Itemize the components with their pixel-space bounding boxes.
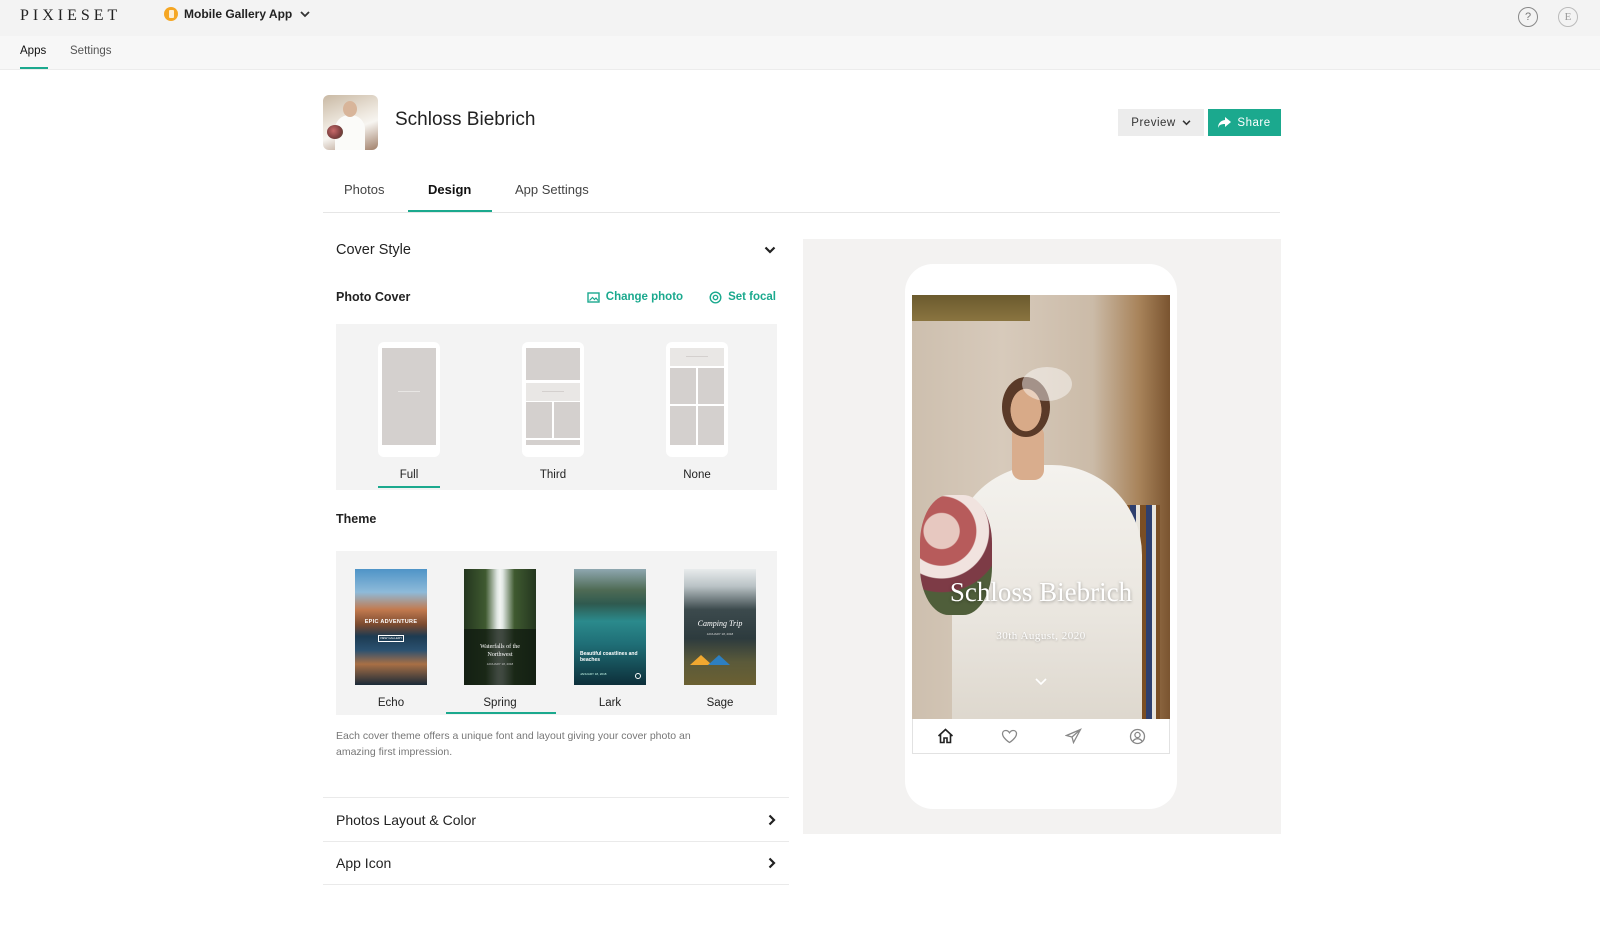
cover-none-preview [666, 342, 728, 457]
nav-active-indicator [20, 67, 48, 69]
change-photo-label: Change photo [605, 291, 684, 303]
theme-options: EPIC ADVENTURE VIEW GALLERY Echo Waterfa… [336, 551, 777, 715]
focal-target-icon [709, 290, 722, 304]
cover-photo-preview: Schloss Biebrich 30th August, 2020 [912, 295, 1170, 719]
nav-apps[interactable]: Apps [20, 45, 46, 57]
cover-date: 30th August, 2020 [996, 630, 1086, 642]
cover-selected-indicator [378, 486, 440, 488]
set-focal-link[interactable]: Set focal [709, 290, 776, 304]
preview-button[interactable]: Preview [1118, 109, 1204, 136]
photos-layout-color-section[interactable]: Photos Layout & Color [323, 797, 789, 841]
set-focal-label: Set focal [728, 291, 776, 303]
theme-option-sage[interactable]: Camping Trip JANUARY 18, 2018 Sage [684, 569, 756, 709]
gallery-app-icon [164, 7, 178, 21]
theme-card-date: JANUARY 18, 2018 [486, 662, 514, 666]
share-arrow-icon [1218, 117, 1232, 128]
image-icon [587, 291, 600, 303]
gallery-title: Schloss Biebrich [395, 109, 536, 130]
app-switcher[interactable]: Mobile Gallery App [164, 7, 310, 21]
chevron-down-icon[interactable] [1033, 677, 1049, 687]
app-switcher-label: Mobile Gallery App [184, 7, 293, 21]
theme-card-date: JANUARY 18, 2018 [580, 672, 607, 676]
share-button[interactable]: Share [1208, 109, 1281, 136]
heart-icon[interactable] [1001, 729, 1018, 744]
cover-option-label: Full [399, 469, 419, 481]
cover-option-none[interactable]: None [665, 342, 729, 481]
chevron-down-icon[interactable] [764, 246, 776, 254]
scroll-down-icon [635, 673, 641, 679]
theme-option-spring[interactable]: Waterfalls of the Northwest JANUARY 18, … [464, 569, 536, 709]
photo-cover-label: Photo Cover [336, 290, 411, 304]
photos-layout-color-title: Photos Layout & Color [336, 811, 477, 828]
theme-card-button: VIEW GALLERY [378, 635, 404, 642]
theme-option-label: Spring [483, 697, 517, 709]
theme-card-text: Waterfalls of the Northwest [480, 644, 520, 658]
theme-sage-preview: Camping Trip JANUARY 18, 2018 [684, 569, 756, 685]
theme-lark-preview: Beautiful coastlines and beaches JANUARY… [574, 569, 646, 685]
phone-mockup: Schloss Biebrich 30th August, 2020 [905, 264, 1177, 809]
theme-card-text: Beautiful coastlines and beaches [580, 651, 638, 663]
tab-app-settings[interactable]: App Settings [515, 182, 589, 197]
cover-style-options: Full Third None [336, 324, 777, 490]
share-button-label: Share [1237, 116, 1271, 129]
user-profile-icon[interactable] [1129, 728, 1146, 745]
chevron-down-icon [300, 10, 310, 17]
cover-option-third[interactable]: Third [521, 342, 585, 481]
pixieset-logo[interactable]: PIXIESET [20, 7, 121, 25]
nav-settings[interactable]: Settings [70, 45, 112, 57]
top-bar: PIXIESET Mobile Gallery App ? E [0, 0, 1600, 36]
chevron-right-icon [768, 814, 776, 825]
cover-third-preview [522, 342, 584, 457]
cover-style-header[interactable]: Cover Style [336, 242, 776, 258]
chevron-right-icon [768, 857, 776, 869]
gallery-thumbnail [323, 95, 378, 150]
theme-spring-preview: Waterfalls of the Northwest JANUARY 18, … [464, 569, 536, 685]
app-preview-area: Schloss Biebrich 30th August, 2020 [803, 239, 1281, 834]
theme-card-text: EPIC ADVENTURE [364, 619, 418, 625]
theme-option-label: Lark [598, 697, 622, 709]
tab-photos[interactable]: Photos [344, 182, 384, 197]
app-icon-title: App Icon [336, 855, 392, 871]
chevron-down-icon [1182, 119, 1191, 125]
preview-button-label: Preview [1131, 116, 1176, 129]
theme-selected-indicator [446, 712, 556, 714]
theme-label: Theme [336, 512, 377, 526]
theme-echo-preview: EPIC ADVENTURE VIEW GALLERY [355, 569, 427, 685]
theme-card-date: JANUARY 18, 2018 [706, 632, 734, 636]
cover-option-label: None [683, 469, 711, 481]
theme-option-lark[interactable]: Beautiful coastlines and beaches JANUARY… [574, 569, 646, 709]
home-icon[interactable] [937, 728, 954, 744]
gallery-header: Schloss Biebrich Preview Share [323, 95, 1281, 151]
theme-option-label: Echo [377, 697, 405, 709]
send-icon[interactable] [1064, 728, 1082, 744]
cover-title: Schloss Biebrich [949, 577, 1133, 607]
theme-hint-text: Each cover theme offers a unique font an… [336, 730, 691, 758]
tab-active-indicator [408, 210, 492, 212]
app-icon-section[interactable]: App Icon [323, 841, 789, 885]
help-icon[interactable]: ? [1518, 7, 1538, 27]
tab-design[interactable]: Design [428, 182, 471, 197]
cover-full-preview [378, 342, 440, 457]
theme-option-echo[interactable]: EPIC ADVENTURE VIEW GALLERY Echo [355, 569, 427, 709]
change-photo-link[interactable]: Change photo [587, 291, 683, 304]
phone-bottom-nav [912, 719, 1170, 754]
sub-nav: Apps Settings [0, 36, 1600, 70]
cover-style-title: Cover Style [336, 242, 411, 258]
user-avatar-icon[interactable]: E [1558, 7, 1578, 27]
theme-option-label: Sage [706, 697, 734, 709]
cover-option-label: Third [539, 469, 567, 481]
theme-card-text: Camping Trip [697, 619, 743, 628]
gallery-tabs: Photos Design App Settings [323, 170, 1280, 213]
cover-option-full[interactable]: Full [377, 342, 441, 481]
